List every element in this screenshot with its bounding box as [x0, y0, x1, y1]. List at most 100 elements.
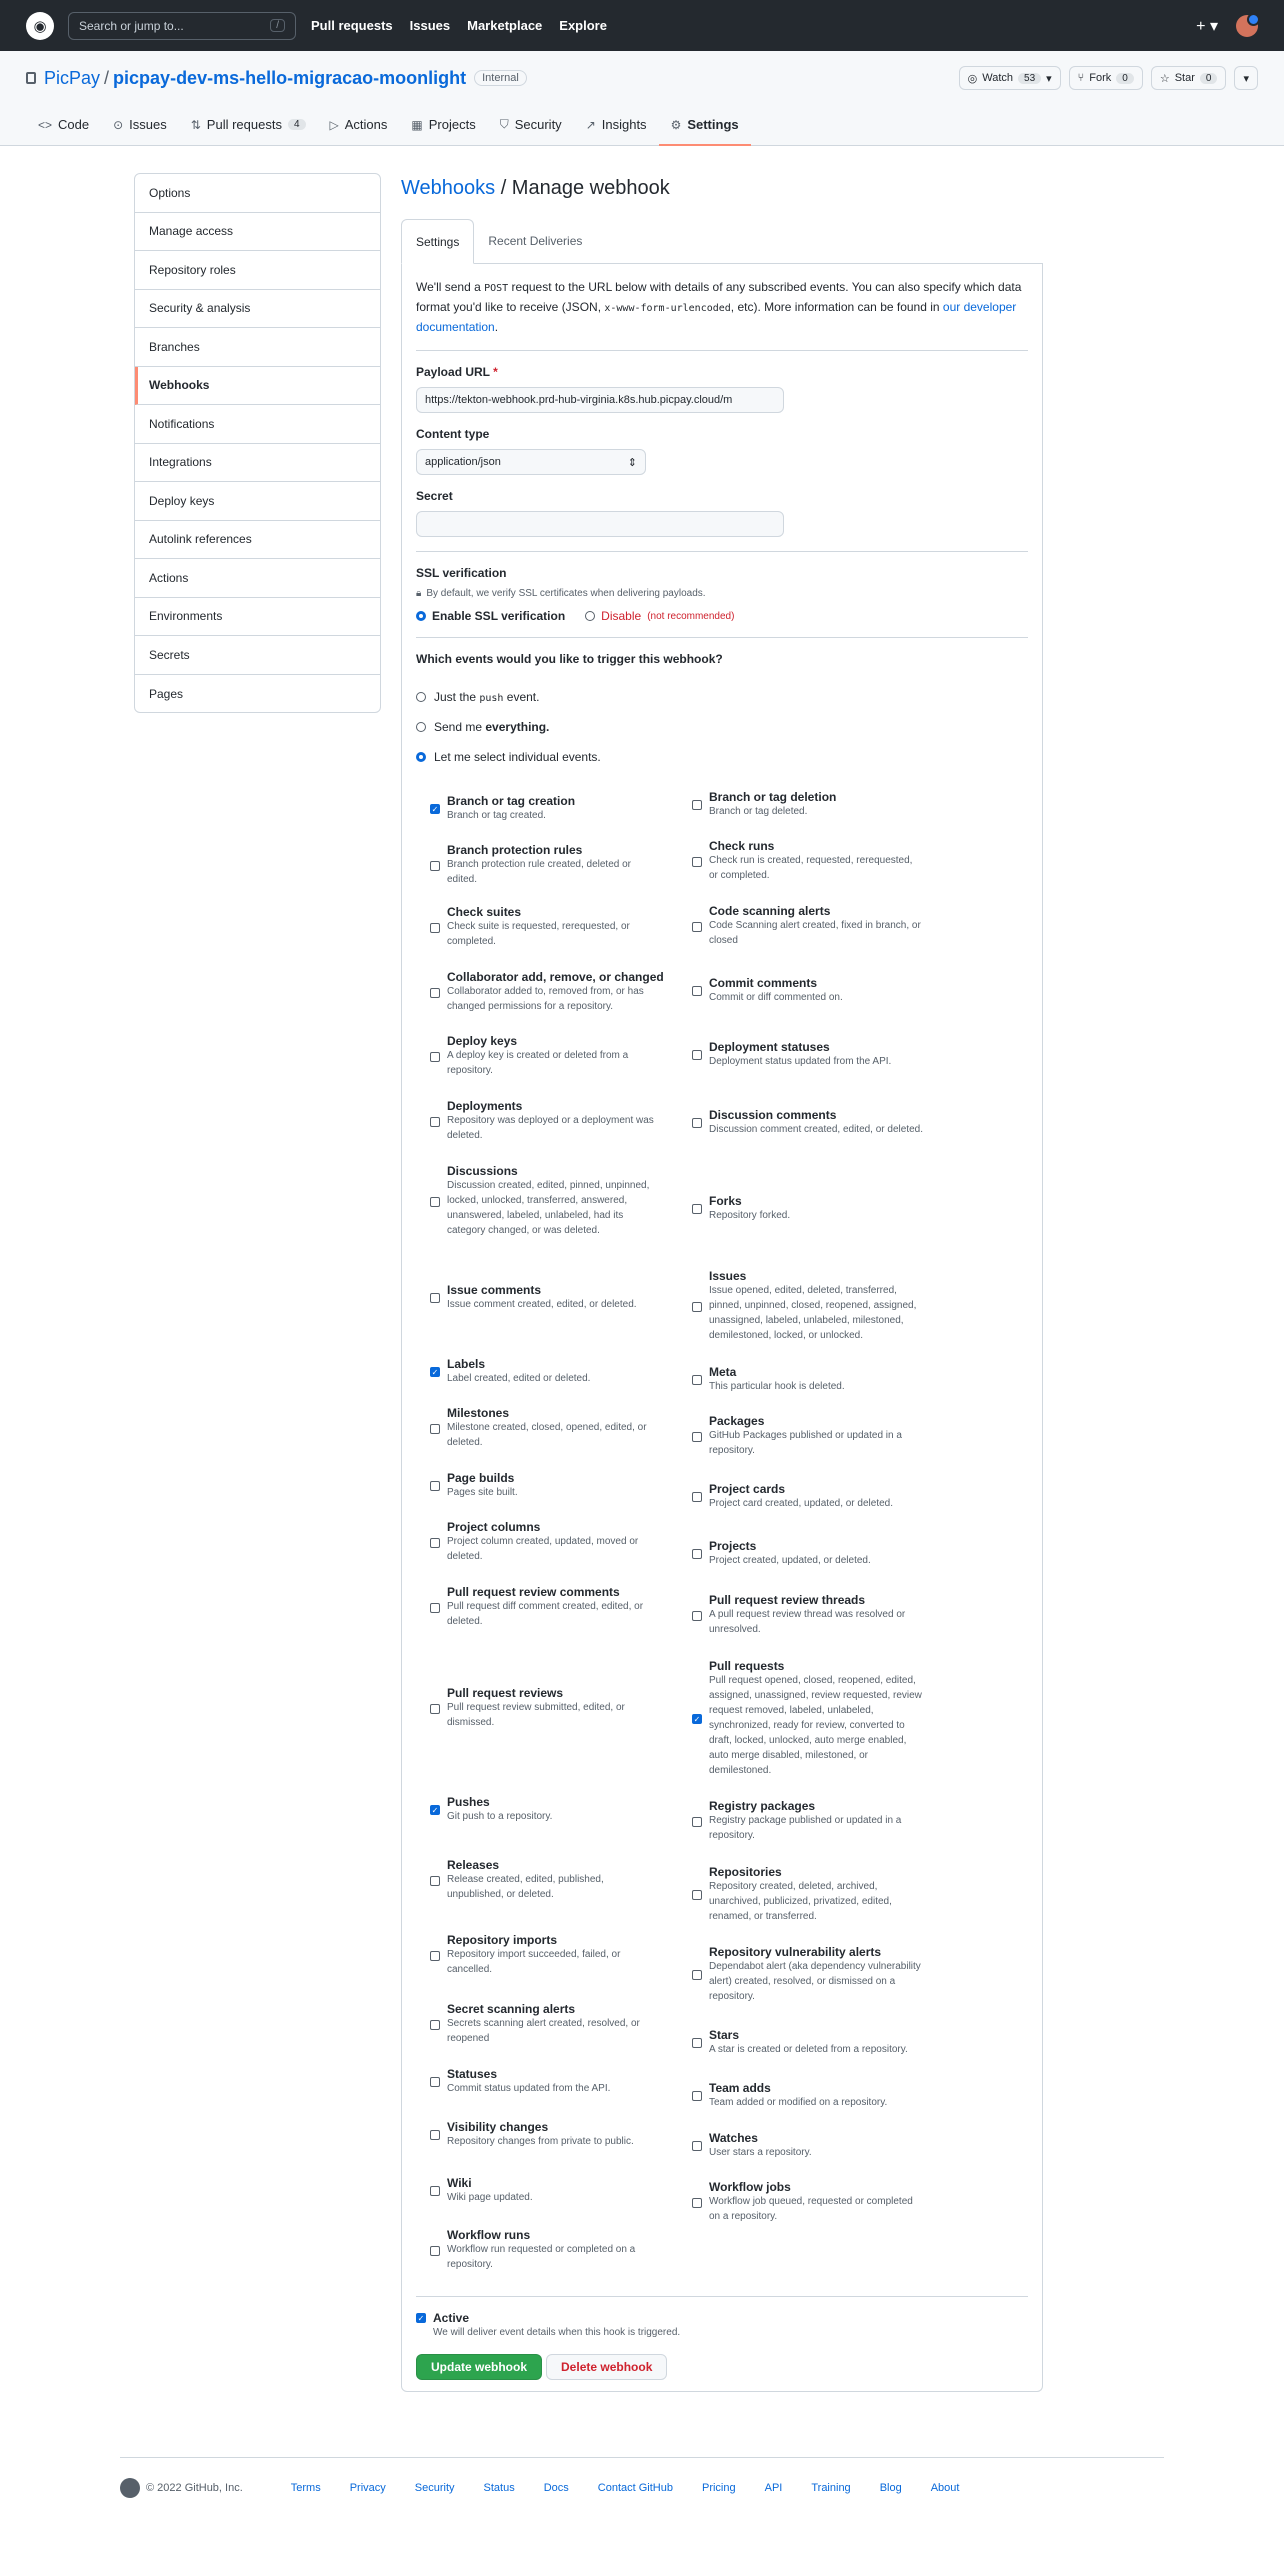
everything-radio[interactable] [416, 722, 426, 732]
event-item[interactable]: Deploy keys A deploy key is created or de… [430, 1024, 692, 1088]
event-checkbox[interactable] [430, 1424, 440, 1434]
event-checkbox[interactable] [692, 1432, 702, 1442]
fork-button[interactable]: ⑂ Fork 0 [1068, 66, 1143, 90]
event-item[interactable]: Statuses Commit status updated from the A… [430, 2056, 692, 2106]
delete-webhook-button[interactable]: Delete webhook [546, 2354, 668, 2380]
tab-recent-deliveries[interactable]: Recent Deliveries [474, 219, 596, 263]
event-option-everything[interactable]: Send me everything. [416, 712, 1028, 742]
event-item[interactable]: Releases Release created, edited, publish… [430, 1842, 692, 1918]
event-item[interactable]: Pull request review comments Pull request… [430, 1574, 692, 1640]
active-checkbox[interactable]: ✓ [416, 2313, 426, 2323]
footer-link-privacy[interactable]: Privacy [350, 2482, 386, 2494]
event-checkbox[interactable] [430, 1951, 440, 1961]
footer-link-blog[interactable]: Blog [880, 2482, 902, 2494]
event-item[interactable]: Branch protection rules Branch protection… [430, 836, 692, 894]
event-item[interactable]: Watches User stars a repository. [692, 2120, 954, 2170]
sidebar-item-secrets[interactable]: Secrets [135, 636, 380, 675]
nav-issues[interactable]: Issues [410, 18, 450, 33]
event-checkbox[interactable] [692, 1817, 702, 1827]
event-item[interactable]: Projects Project created, updated, or del… [692, 1524, 954, 1582]
event-checkbox[interactable] [692, 986, 702, 996]
star-button[interactable]: ☆ Star 0 [1150, 66, 1227, 90]
webhooks-breadcrumb-link[interactable]: Webhooks [401, 177, 495, 199]
event-item[interactable]: Collaborator add, remove, or changed Coll… [430, 960, 692, 1024]
event-checkbox[interactable] [692, 1204, 702, 1214]
event-checkbox[interactable] [692, 1549, 702, 1559]
sidebar-item-actions[interactable]: Actions [135, 559, 380, 598]
event-checkbox[interactable] [430, 1052, 440, 1062]
event-item[interactable]: Packages GitHub Packages published or upd… [692, 1404, 954, 1468]
event-item[interactable]: Milestones Milestone created, closed, ope… [430, 1396, 692, 1460]
event-item[interactable]: Commit comments Commit or diff commented … [692, 958, 954, 1022]
event-checkbox[interactable] [430, 1293, 440, 1303]
content-type-select[interactable]: application/json ⇕ [416, 449, 646, 475]
event-item[interactable]: Visibility changes Repository changes fro… [430, 2106, 692, 2162]
event-item[interactable]: Forks Repository forked. [692, 1158, 954, 1258]
event-item[interactable]: Meta This particular hook is deleted. [692, 1354, 954, 1404]
tab-issues[interactable]: ⊙ Issues [101, 105, 179, 146]
sidebar-item-notifications[interactable]: Notifications [135, 405, 380, 444]
event-checkbox[interactable] [430, 1876, 440, 1886]
event-item[interactable]: Project columns Project column created, u… [430, 1510, 692, 1574]
event-item[interactable]: Workflow jobs Workflow job queued, reques… [692, 2170, 954, 2234]
search-input[interactable]: Search or jump to... / [68, 11, 296, 40]
tab-pull-requests[interactable]: ⇅ Pull requests 4 [179, 105, 318, 146]
event-checkbox[interactable] [692, 2198, 702, 2208]
sidebar-item-deploy-keys[interactable]: Deploy keys [135, 482, 380, 521]
event-checkbox[interactable] [692, 1890, 702, 1900]
event-checkbox[interactable] [692, 1492, 702, 1502]
event-checkbox[interactable] [430, 2246, 440, 2256]
avatar[interactable] [1236, 12, 1260, 37]
github-logo-icon[interactable]: ◉ [26, 11, 54, 40]
tab-security[interactable]: ⛉ Security [488, 105, 574, 146]
sidebar-item-options[interactable]: Options [135, 174, 380, 213]
event-checkbox[interactable] [692, 1302, 702, 1312]
github-mark-icon[interactable] [120, 2477, 140, 2498]
footer-link-security[interactable]: Security [415, 2482, 455, 2494]
repo-owner-link[interactable]: PicPay [44, 68, 100, 89]
sidebar-item-webhooks[interactable]: Webhooks [135, 366, 380, 405]
tab-code[interactable]: <> Code [26, 105, 101, 146]
ssl-disable-radio[interactable] [585, 611, 596, 621]
event-checkbox[interactable]: ✓ [430, 1805, 440, 1815]
create-new-icon[interactable]: + ▾ [1196, 16, 1218, 36]
event-checkbox[interactable]: ✓ [692, 1714, 702, 1724]
event-item[interactable]: Team adds Team added or modified on a rep… [692, 2070, 954, 2120]
nav-marketplace[interactable]: Marketplace [467, 18, 542, 33]
event-checkbox[interactable] [692, 1118, 702, 1128]
secret-input[interactable] [416, 511, 784, 537]
event-item[interactable]: Branch or tag deletion Branch or tag dele… [692, 780, 954, 828]
tab-webhook-settings[interactable]: Settings [401, 219, 475, 264]
event-checkbox[interactable] [692, 1375, 702, 1385]
event-checkbox[interactable] [430, 2186, 440, 2196]
event-item[interactable]: Page builds Pages site built. [430, 1460, 692, 1510]
event-item[interactable]: Check runs Check run is created, requeste… [692, 828, 954, 894]
footer-link-pricing[interactable]: Pricing [702, 2482, 736, 2494]
event-checkbox[interactable] [692, 1970, 702, 1980]
watch-button[interactable]: ◎ Watch 53 ▾ [958, 66, 1061, 90]
tab-projects[interactable]: ▦ Projects [399, 105, 487, 146]
event-checkbox[interactable]: ✓ [430, 1367, 440, 1377]
update-webhook-button[interactable]: Update webhook [416, 2354, 543, 2380]
event-item[interactable]: Discussions Discussion created, edited, p… [430, 1154, 692, 1248]
event-checkbox[interactable] [430, 1704, 440, 1714]
sidebar-item-integrations[interactable]: Integrations [135, 444, 380, 482]
event-checkbox[interactable] [692, 857, 702, 867]
event-checkbox[interactable] [430, 2020, 440, 2030]
event-checkbox[interactable] [430, 1603, 440, 1613]
event-checkbox[interactable] [430, 1481, 440, 1491]
event-item[interactable]: Repository vulnerability alerts Dependabo… [692, 1934, 954, 2014]
event-item[interactable]: ✓ Pushes Git push to a repository. [430, 1776, 692, 1842]
push-radio[interactable] [416, 692, 426, 702]
event-item[interactable]: Project cards Project card created, updat… [692, 1468, 954, 1524]
payload-url-input[interactable]: https://tekton-webhook.prd-hub-virginia.… [416, 387, 784, 413]
event-item[interactable]: Code scanning alerts Code Scanning alert … [692, 894, 954, 958]
footer-link-api[interactable]: API [765, 2482, 783, 2494]
event-checkbox[interactable] [692, 922, 702, 932]
event-item[interactable]: Repository imports Repository import succ… [430, 1918, 692, 1992]
footer-link-docs[interactable]: Docs [544, 2482, 569, 2494]
ssl-enable-radio[interactable] [416, 611, 426, 621]
event-item[interactable]: ✓ Branch or tag creation Branch or tag cre… [430, 780, 692, 836]
event-checkbox[interactable]: ✓ [430, 804, 440, 814]
event-item[interactable]: Stars A star is created or deleted from a… [692, 2014, 954, 2070]
